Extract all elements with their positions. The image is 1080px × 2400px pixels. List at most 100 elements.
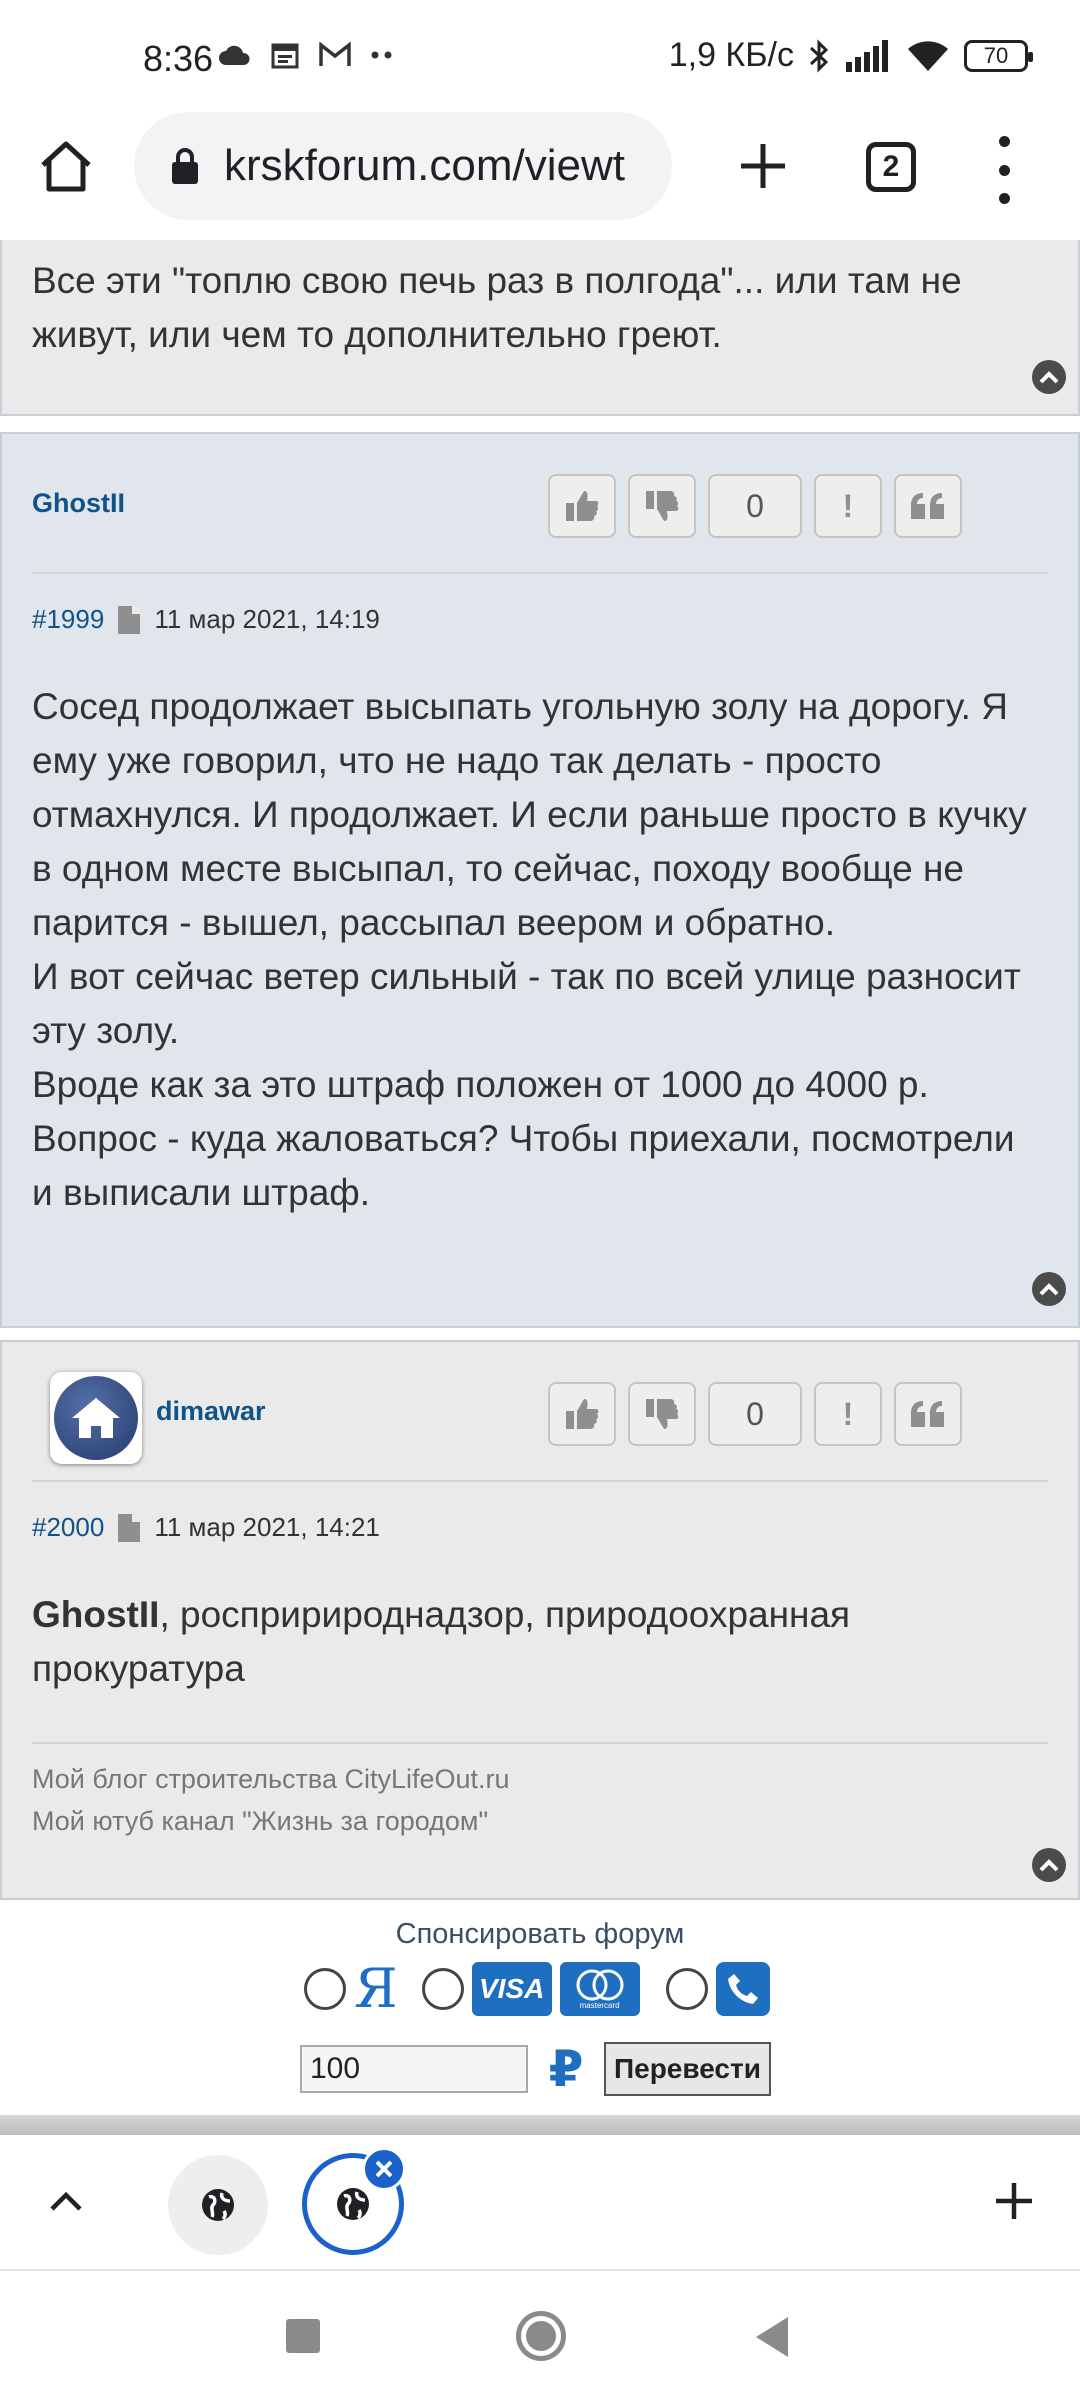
scroll-top-button[interactable] [1032, 360, 1066, 394]
thumbs-down-icon [646, 491, 679, 521]
post-meta: #1999 11 мар 2021, 14:19 [32, 604, 380, 635]
exclamation-icon: ! [842, 487, 854, 524]
report-button[interactable]: ! [814, 1382, 882, 1446]
ruble-icon: ₽ [548, 2041, 584, 2097]
house-icon [54, 1376, 138, 1460]
payment-radio-card[interactable] [421, 1968, 464, 2010]
signature-divider [32, 1742, 1048, 1744]
yandex-money-icon: Я [354, 1957, 398, 2020]
post-paragraph: Сосед продолжает высыпать угольную золу … [32, 686, 1027, 943]
post-number-link[interactable]: #2000 [32, 1512, 104, 1543]
payment-methods: Я VISA mastercard [304, 1962, 770, 2016]
browser-toolbar: krskforum.com/viewt 2 [0, 110, 1080, 240]
home-button[interactable] [30, 130, 102, 202]
post-divider [32, 572, 1048, 574]
post-previous: Все эти "топлю свою печь раз в полгода".… [0, 240, 1080, 416]
avatar[interactable] [50, 1372, 142, 1464]
forum-content: Все эти "топлю свою печь раз в полгода".… [0, 240, 1080, 2120]
signature-line-youtube[interactable]: Мой ютуб канал "Жизнь за городом" [32, 1800, 510, 1842]
more-notifications-icon [371, 51, 392, 59]
payment-radio-phone[interactable] [665, 1968, 708, 2010]
battery-icon: 70 [964, 39, 1033, 72]
post-actions: 0 ! [548, 474, 962, 538]
expand-tabs-button[interactable] [40, 2175, 92, 2227]
menu-dot [998, 164, 1010, 176]
browser-menu-button[interactable] [984, 136, 1024, 204]
exclamation-icon: ! [842, 1395, 854, 1432]
mention: GhostII [32, 1594, 160, 1635]
recents-button[interactable] [286, 2319, 320, 2353]
post-file-icon [118, 605, 141, 634]
payment-radio-yandex[interactable] [304, 1968, 346, 2010]
scroll-top-button[interactable] [1032, 1272, 1066, 1306]
report-button[interactable]: ! [814, 474, 882, 538]
url-text: krskforum.com/viewt [224, 141, 625, 190]
dislike-button[interactable] [628, 1382, 696, 1446]
plus-icon [741, 144, 785, 188]
post-meta: #2000 11 мар 2021, 14:21 [32, 1512, 380, 1543]
post-author[interactable]: GhostII [32, 488, 125, 519]
post-date: 11 мар 2021, 14:21 [154, 1512, 380, 1542]
chevron-up-icon [1039, 371, 1059, 384]
status-time: 8:36 [143, 38, 214, 79]
amount-row: 100 ₽ Перевести [300, 2040, 771, 2098]
home-circle-icon [526, 2321, 556, 2351]
visa-icon: VISA [471, 1962, 552, 2016]
transfer-button[interactable]: Перевести [604, 2042, 771, 2096]
like-button[interactable] [548, 474, 616, 538]
tab-count: 2 [882, 150, 900, 183]
add-tab-button[interactable] [988, 2175, 1040, 2227]
close-tab-button[interactable] [362, 2147, 406, 2191]
like-button[interactable] [548, 1382, 616, 1446]
sponsor-title: Спонсировать форум [395, 1918, 685, 1950]
status-notification-icons [218, 40, 394, 70]
home-nav-button[interactable] [516, 2311, 566, 2361]
lock-icon [172, 148, 198, 184]
new-tab-button[interactable] [727, 130, 799, 202]
plus-icon [996, 2183, 1032, 2219]
post-number-link[interactable]: #1999 [32, 604, 104, 635]
post-paragraph: Вроде как за это штраф положен от 1000 д… [32, 1064, 929, 1105]
quote-button[interactable] [894, 1382, 962, 1446]
post-2000: dimawar 0 ! #2000 11 мар 2021, 14:21 Gho… [0, 1340, 1080, 1900]
cloud-icon [219, 45, 250, 65]
dislike-button[interactable] [628, 474, 696, 538]
vote-count: 0 [708, 1382, 802, 1446]
status-system-icons: 1,9 КБ/с 70 [668, 36, 1033, 75]
chevron-up-icon [1039, 1859, 1059, 1872]
thumbs-up-icon [566, 1399, 599, 1429]
globe-icon [202, 2189, 234, 2221]
amount-input[interactable]: 100 [300, 2045, 528, 2093]
status-bar: 8:36 1,9 КБ/с 70 [0, 0, 1080, 110]
quote-button[interactable] [894, 474, 962, 538]
post-body: Сосед продолжает высыпать угольную золу … [2, 680, 1072, 1220]
bottom-tab-strip [0, 2135, 1080, 2271]
globe-icon [337, 2188, 369, 2220]
quote-icon [911, 493, 944, 519]
signal-icon [846, 39, 888, 72]
vote-count: 0 [708, 474, 802, 538]
quote-icon [911, 1401, 944, 1427]
address-bar[interactable]: krskforum.com/viewt [134, 112, 672, 220]
network-speed: 1,9 КБ/с [668, 36, 794, 74]
post-author[interactable]: dimawar [156, 1396, 266, 1427]
tab-thumbnail-1[interactable] [168, 2155, 268, 2255]
phone-payment-icon [715, 1962, 770, 2016]
signature-line-blog[interactable]: Мой блог строительства CityLifeOut.ru [32, 1758, 510, 1800]
chevron-up-icon [1039, 1283, 1059, 1296]
tab-switcher-button[interactable]: 2 [866, 142, 916, 192]
back-button[interactable] [756, 2317, 788, 2357]
chevron-up-icon [50, 2191, 82, 2211]
post-date: 11 мар 2021, 14:19 [154, 604, 380, 634]
thumbs-down-icon [646, 1399, 679, 1429]
post-paragraph: Вопрос - куда жаловаться? Чтобы приехали… [32, 1118, 1015, 1213]
post-divider [32, 1480, 1048, 1482]
scroll-top-button[interactable] [1032, 1848, 1066, 1882]
mastercard-icon: mastercard [559, 1962, 640, 2016]
post-1999: GhostII 0 ! #1999 11 мар 2021, 14:19 Сос… [0, 432, 1080, 1328]
page-footer-strip [0, 2115, 1080, 2135]
menu-dot [998, 136, 1010, 147]
post-body: Все эти "топлю свою печь раз в полгода".… [32, 260, 962, 355]
bluetooth-icon [809, 38, 829, 73]
signature: Мой блог строительства CityLifeOut.ru Мо… [32, 1758, 510, 1842]
